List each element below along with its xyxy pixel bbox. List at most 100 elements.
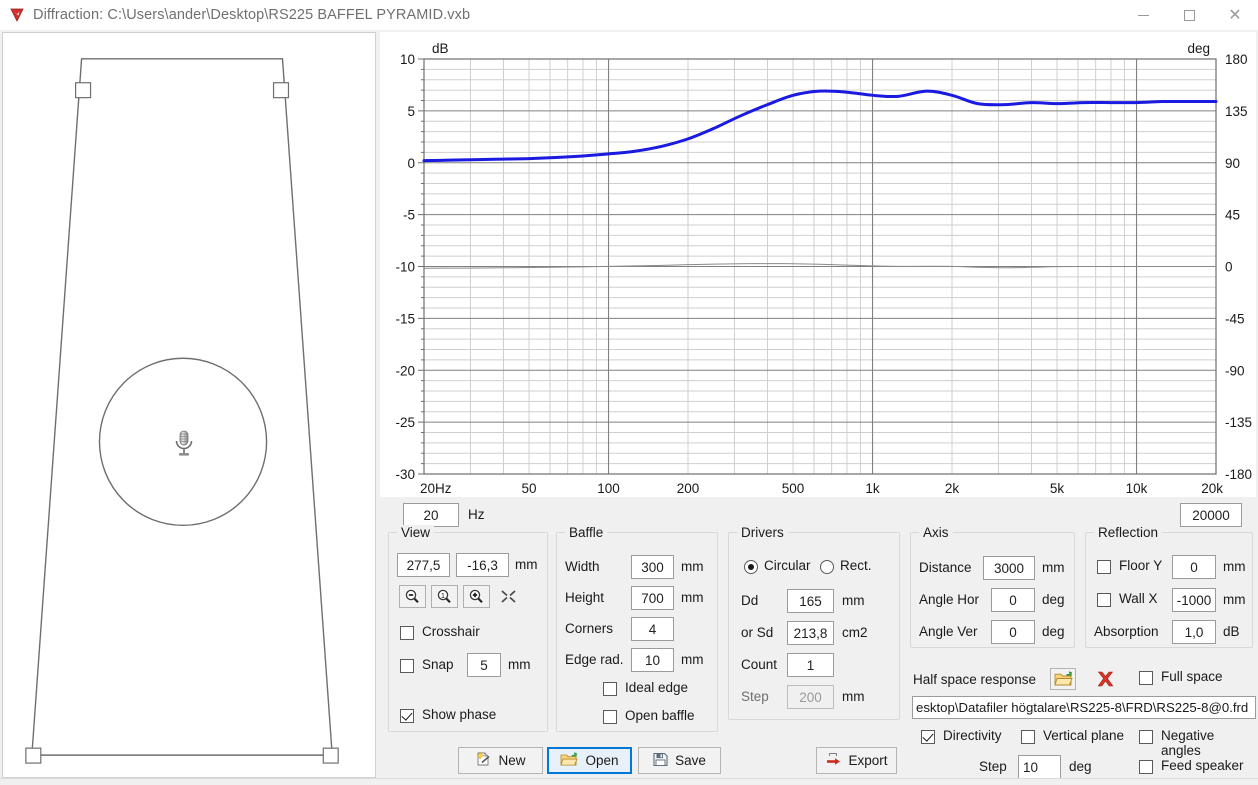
axis-angle-ver-label: Angle Ver — [919, 624, 978, 639]
x-axis-tick-label: 500 — [782, 481, 805, 496]
directivity-step-unit: deg — [1069, 759, 1092, 774]
ideal-edge-label: Ideal edge — [625, 680, 689, 695]
y2-axis-tick-label: 135 — [1225, 104, 1248, 119]
axis-angle-hor-label: Angle Hor — [919, 592, 980, 607]
baffle-corners-label: Corners — [565, 621, 614, 636]
bottom-right-handle — [322, 747, 339, 764]
y2-axis-tick-label: 0 — [1225, 260, 1233, 275]
maximize-button[interactable] — [1166, 0, 1212, 30]
feed-speaker-label: Feed speaker — [1161, 758, 1244, 773]
view-coord-y-input[interactable] — [456, 553, 509, 577]
open-button[interactable]: Open — [547, 747, 632, 774]
negative-angles-checkbox[interactable] — [1139, 730, 1153, 744]
baffle-width-label: Width — [565, 559, 600, 574]
vertical-plane-checkbox[interactable] — [1021, 730, 1035, 744]
red-x-delete-icon[interactable] — [1092, 668, 1118, 690]
baffle-group: Baffle Width mm Height mm Corners Edge r… — [556, 525, 718, 732]
baffle-corners-input[interactable] — [631, 617, 674, 641]
y2-axis-tick-label: 45 — [1225, 208, 1240, 223]
y2-axis-tick-label: -90 — [1225, 363, 1245, 378]
y2-axis-tick-label: -45 — [1225, 311, 1245, 326]
zoom-out-icon[interactable] — [399, 585, 426, 608]
top-left-handle — [75, 82, 92, 99]
top-right-handle — [272, 82, 290, 99]
driver-count-input[interactable] — [787, 653, 834, 677]
frequency-response-chart[interactable]: 10 5 0 -5 -10 -15 -20 -25 -30 180 135 90 45 0 -45 -90 -1… — [380, 32, 1256, 497]
view-coord-x-input[interactable] — [397, 553, 450, 577]
open-baffle-checkbox[interactable] — [603, 710, 617, 724]
zoom-1to1-icon[interactable]: 1 — [431, 585, 458, 608]
y-axis-tick-label: -5 — [403, 208, 415, 223]
driver-shape-circular-radio[interactable] — [744, 560, 758, 574]
driver-sd-unit: cm2 — [842, 625, 868, 640]
floor-y-checkbox[interactable] — [1097, 560, 1111, 574]
baffle-height-input[interactable] — [631, 586, 674, 610]
full-space-checkbox[interactable] — [1139, 671, 1153, 685]
axis-distance-input[interactable] — [983, 556, 1035, 580]
driver-sd-input[interactable] — [787, 621, 834, 645]
window-title: Diffraction: C:\Users\ander\Desktop\RS22… — [33, 7, 471, 23]
vertical-plane-label: Vertical plane — [1043, 728, 1125, 743]
show-phase-label: Show phase — [422, 707, 497, 722]
ideal-edge-checkbox[interactable] — [603, 682, 617, 696]
snap-value-input[interactable] — [467, 653, 501, 677]
bottom-strip — [0, 778, 1258, 785]
view-group: View mm 1 — [388, 525, 548, 732]
export-button[interactable]: Export — [816, 747, 897, 774]
y-axis-tick-label: 10 — [400, 52, 415, 67]
baffle-width-unit: mm — [681, 559, 704, 574]
snap-unit-label: mm — [508, 657, 531, 672]
microphone-icon[interactable] — [171, 428, 197, 458]
axis-distance-unit: mm — [1042, 560, 1065, 575]
diffraction-app-window: Diffraction: C:\Users\ander\Desktop\RS22… — [0, 0, 1258, 785]
crosshair-checkbox[interactable] — [400, 626, 414, 640]
axis-labels: 1050-5-10-15-20-25-3018013590450-45-90-1… — [395, 41, 1252, 496]
open-button-label: Open — [585, 753, 619, 768]
save-button[interactable]: Save — [638, 747, 721, 774]
wall-x-input[interactable] — [1172, 588, 1216, 612]
directivity-checkbox[interactable] — [921, 730, 935, 744]
title-bar: Diffraction: C:\Users\ander\Desktop\RS22… — [0, 0, 1258, 30]
baffle-drawing-canvas[interactable] — [2, 32, 376, 778]
directivity-step-input[interactable] — [1018, 755, 1061, 779]
y-axis-tick-label: -25 — [395, 415, 415, 430]
driver-dd-input[interactable] — [787, 589, 834, 613]
half-space-path-input[interactable]: esktop\Datafiler högtalare\RS225-8\FRD\R… — [912, 696, 1256, 719]
open-folder-icon[interactable] — [1050, 668, 1076, 690]
new-button-label: New — [498, 753, 526, 768]
driver-shape-rect-radio[interactable] — [820, 560, 834, 574]
floor-y-input[interactable] — [1172, 555, 1216, 579]
full-space-label: Full space — [1161, 669, 1223, 684]
baffle-edge-rad-input[interactable] — [631, 648, 674, 672]
show-phase-checkbox[interactable] — [400, 709, 414, 723]
window-controls: ✕ — [1120, 0, 1258, 30]
half-space-response-block: Half space response Full space esktop\Da… — [910, 668, 1256, 780]
zoom-fit-icon[interactable] — [495, 585, 522, 608]
y2-axis-tick-label: -180 — [1225, 467, 1252, 482]
y-axis-tick-label: -20 — [395, 363, 415, 378]
wall-x-checkbox[interactable] — [1097, 593, 1111, 607]
reflection-group: Reflection Floor Y mm Wall X mm Absorpti… — [1085, 525, 1253, 648]
wall-x-unit: mm — [1223, 592, 1246, 607]
feed-speaker-checkbox[interactable] — [1139, 760, 1153, 774]
floor-y-label: Floor Y — [1119, 558, 1163, 573]
close-button[interactable]: ✕ — [1212, 0, 1258, 30]
x-axis-tick-label: 10k — [1126, 481, 1148, 496]
baffle-height-unit: mm — [681, 590, 704, 605]
freq-min-input[interactable] — [403, 503, 459, 527]
axis-angle-hor-input[interactable] — [991, 588, 1035, 612]
zoom-in-icon[interactable] — [463, 585, 490, 608]
axis-angle-ver-input[interactable] — [991, 620, 1035, 644]
freq-max-input[interactable] — [1180, 503, 1242, 527]
baffle-shape-svg — [25, 58, 339, 764]
minimize-button[interactable] — [1120, 0, 1166, 30]
y2-axis-tick-label: -135 — [1225, 415, 1252, 430]
x-axis-tick-label: 1k — [865, 481, 880, 496]
directivity-label: Directivity — [943, 728, 1002, 743]
new-button[interactable]: New — [458, 747, 543, 774]
freq-min-unit-label: Hz — [468, 507, 485, 522]
absorption-input[interactable] — [1172, 620, 1216, 644]
snap-checkbox[interactable] — [400, 659, 414, 673]
driver-shape-rect-label: Rect. — [840, 558, 872, 573]
baffle-width-input[interactable] — [631, 555, 674, 579]
